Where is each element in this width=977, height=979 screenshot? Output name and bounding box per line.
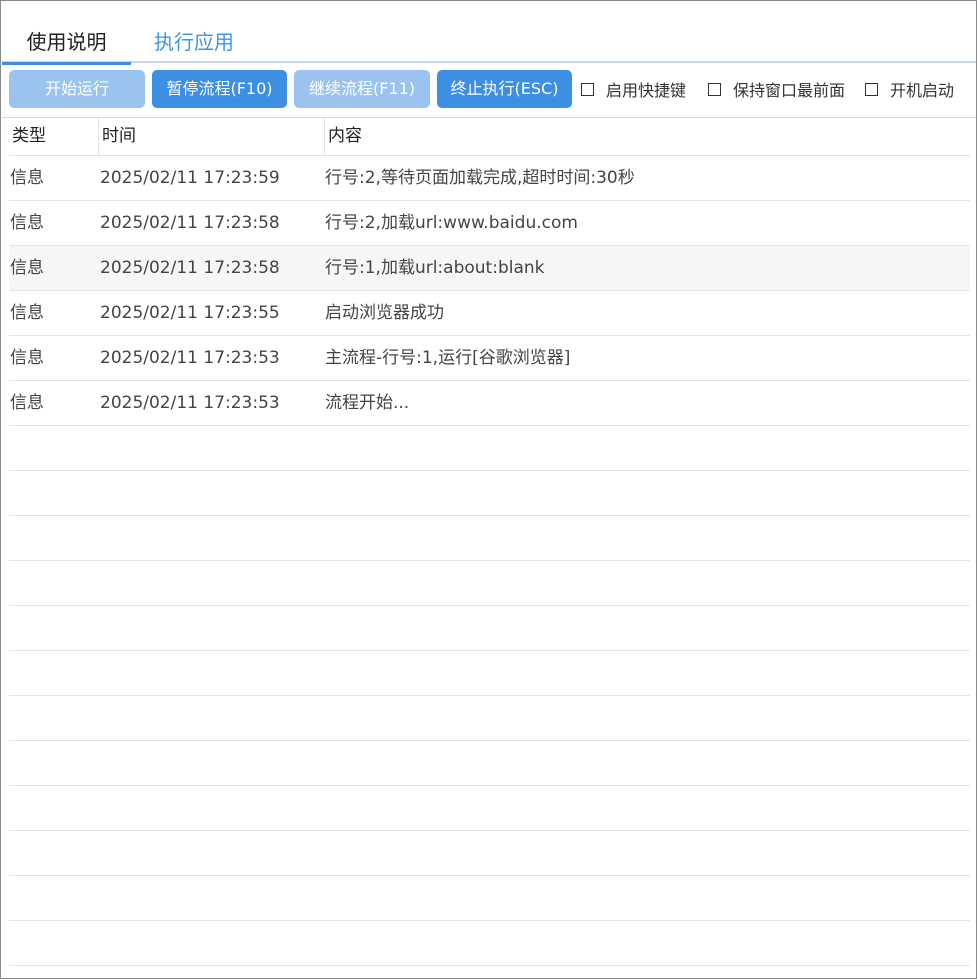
empty-table-row [9, 741, 970, 786]
empty-table-row [9, 651, 970, 696]
cell-content: 流程开始... [325, 393, 410, 413]
table-row[interactable]: 信息 2025/02/11 17:23:53 主流程-行号:1,运行[谷歌浏览器… [9, 336, 970, 381]
start-run-button[interactable]: 开始运行 [9, 70, 145, 108]
cell-time: 2025/02/11 17:23:59 [100, 168, 280, 188]
table-row[interactable]: 信息 2025/02/11 17:23:59 行号:2,等待页面加载完成,超时时… [9, 156, 970, 201]
table-row[interactable]: 信息 2025/02/11 17:23:53 流程开始... [9, 381, 970, 426]
column-header-content[interactable]: 内容 [325, 118, 970, 155]
cell-content: 行号:2,等待页面加载完成,超时时间:30秒 [325, 168, 635, 188]
checkbox-box-icon[interactable] [708, 82, 721, 96]
log-table-header: 类型 时间 内容 [9, 118, 970, 156]
cell-type: 信息 [10, 258, 44, 278]
stop-execution-button[interactable]: 终止执行(ESC) [437, 70, 572, 108]
keep-on-top-checkbox[interactable]: 保持窗口最前面 [708, 70, 845, 108]
table-row[interactable]: 信息 2025/02/11 17:23:55 启动浏览器成功 [9, 291, 970, 336]
launch-at-startup-label: 开机启动 [890, 81, 955, 100]
cell-type: 信息 [10, 213, 44, 233]
column-header-time[interactable]: 时间 [99, 118, 325, 155]
empty-table-row [9, 606, 970, 651]
keep-on-top-label: 保持窗口最前面 [733, 81, 846, 100]
empty-table-row [9, 876, 970, 921]
tab-instructions[interactable]: 使用说明 [2, 23, 131, 65]
resume-flow-button[interactable]: 继续流程(F11) [294, 70, 430, 108]
cell-time: 2025/02/11 17:23:53 [100, 348, 280, 368]
column-header-type[interactable]: 类型 [9, 118, 99, 155]
enable-hotkeys-label: 启用快捷键 [606, 81, 687, 100]
cell-type: 信息 [10, 303, 44, 323]
tab-execute-app[interactable]: 执行应用 [154, 23, 234, 63]
app-window: 使用说明 执行应用 开始运行 暂停流程(F10) 继续流程(F11) 终止执行(… [0, 0, 977, 979]
empty-table-row [9, 561, 970, 606]
empty-table-row [9, 471, 970, 516]
toolbar: 开始运行 暂停流程(F10) 继续流程(F11) 终止执行(ESC) 启用快捷键… [9, 70, 971, 108]
cell-type: 信息 [10, 393, 44, 413]
cell-content: 行号:2,加载url:www.baidu.com [325, 213, 578, 233]
checkbox-box-icon[interactable] [865, 82, 878, 96]
cell-content: 行号:1,加载url:about:blank [325, 258, 545, 278]
cell-time: 2025/02/11 17:23:58 [100, 213, 280, 233]
cell-type: 信息 [10, 348, 44, 368]
cell-content: 启动浏览器成功 [325, 303, 444, 323]
empty-table-row [9, 786, 970, 831]
tab-bar: 使用说明 执行应用 [2, 23, 976, 65]
cell-time: 2025/02/11 17:23:55 [100, 303, 280, 323]
pause-flow-button[interactable]: 暂停流程(F10) [152, 70, 287, 108]
launch-at-startup-checkbox[interactable]: 开机启动 [865, 70, 954, 108]
cell-type: 信息 [10, 168, 44, 188]
checkbox-box-icon[interactable] [581, 82, 594, 96]
enable-hotkeys-checkbox[interactable]: 启用快捷键 [581, 70, 686, 108]
log-table-body: 信息 2025/02/11 17:23:59 行号:2,等待页面加载完成,超时时… [9, 156, 970, 966]
empty-table-row [9, 696, 970, 741]
table-row[interactable]: 信息 2025/02/11 17:23:58 行号:2,加载url:www.ba… [9, 201, 970, 246]
empty-table-row [9, 831, 970, 876]
cell-content: 主流程-行号:1,运行[谷歌浏览器] [325, 348, 571, 368]
cell-time: 2025/02/11 17:23:58 [100, 258, 280, 278]
empty-table-row [9, 921, 970, 966]
table-row[interactable]: 信息 2025/02/11 17:23:58 行号:1,加载url:about:… [9, 246, 970, 291]
cell-time: 2025/02/11 17:23:53 [100, 393, 280, 413]
empty-table-row [9, 426, 970, 471]
empty-table-row [9, 516, 970, 561]
